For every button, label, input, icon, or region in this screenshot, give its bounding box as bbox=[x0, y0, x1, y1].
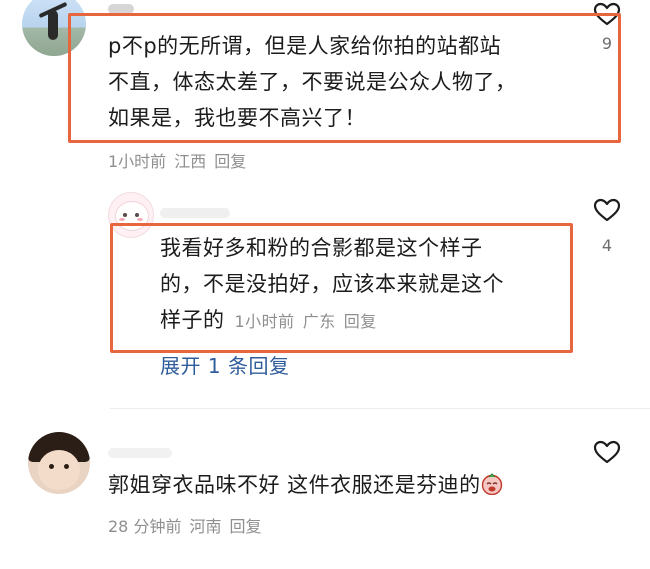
comment-line: 如果是，我也要不高兴了！ bbox=[108, 106, 366, 130]
reply-button[interactable]: 回复 bbox=[214, 152, 246, 171]
comment-text: 郭姐穿衣品味不好 这件衣服还是芬迪的 bbox=[108, 467, 503, 503]
comment-meta: 1小时前 广东 回复 bbox=[235, 312, 385, 331]
comment-line: 的，不是没拍好，应该本来就是这个 bbox=[160, 272, 504, 296]
comment-text: p不p的无所谓，但是人家给你拍的站都站 不直，体态太差了，不要说是公众人物了， … bbox=[108, 28, 517, 136]
comment-line: 不直，体态太差了，不要说是公众人物了， bbox=[108, 70, 517, 94]
avatar[interactable] bbox=[28, 432, 90, 494]
comment-location: 江西 bbox=[174, 152, 207, 171]
comment-location: 广东 bbox=[302, 312, 336, 331]
comment-text: 我看好多和粉的合影都是这个样子 的，不是没拍好，应该本来就是这个 样子的 1小时前… bbox=[160, 230, 504, 340]
comment-time: 1小时前 bbox=[234, 312, 295, 331]
comment-meta: 1小时前 江西 回复 bbox=[108, 148, 254, 172]
comment-line: 样子的 bbox=[160, 308, 225, 332]
comment-line: 我看好多和粉的合影都是这个样子 bbox=[160, 236, 483, 260]
face-emoji-icon bbox=[481, 470, 503, 496]
comment-time: 28 分钟前 bbox=[108, 517, 182, 536]
expand-replies-link[interactable]: 展开 1 条回复 bbox=[160, 350, 289, 379]
reply-button[interactable]: 回复 bbox=[229, 517, 261, 536]
username-blurred[interactable] bbox=[108, 448, 172, 458]
username-blurred[interactable] bbox=[160, 208, 230, 218]
heart-icon bbox=[593, 440, 621, 464]
like-count: 4 bbox=[601, 236, 613, 255]
reply-button[interactable]: 回复 bbox=[344, 312, 377, 331]
comment-time: 1小时前 bbox=[108, 152, 167, 171]
comment-location: 河南 bbox=[189, 517, 222, 536]
comment-line: 郭姐穿衣品味不好 这件衣服还是芬迪的 bbox=[108, 473, 481, 497]
comment-meta: 28 分钟前 河南 回复 bbox=[108, 513, 269, 537]
like-button[interactable] bbox=[592, 440, 622, 464]
heart-icon bbox=[593, 198, 621, 222]
like-button[interactable] bbox=[592, 198, 622, 222]
comment-line: p不p的无所谓，但是人家给你拍的站都站 bbox=[108, 34, 502, 58]
divider bbox=[110, 408, 650, 409]
